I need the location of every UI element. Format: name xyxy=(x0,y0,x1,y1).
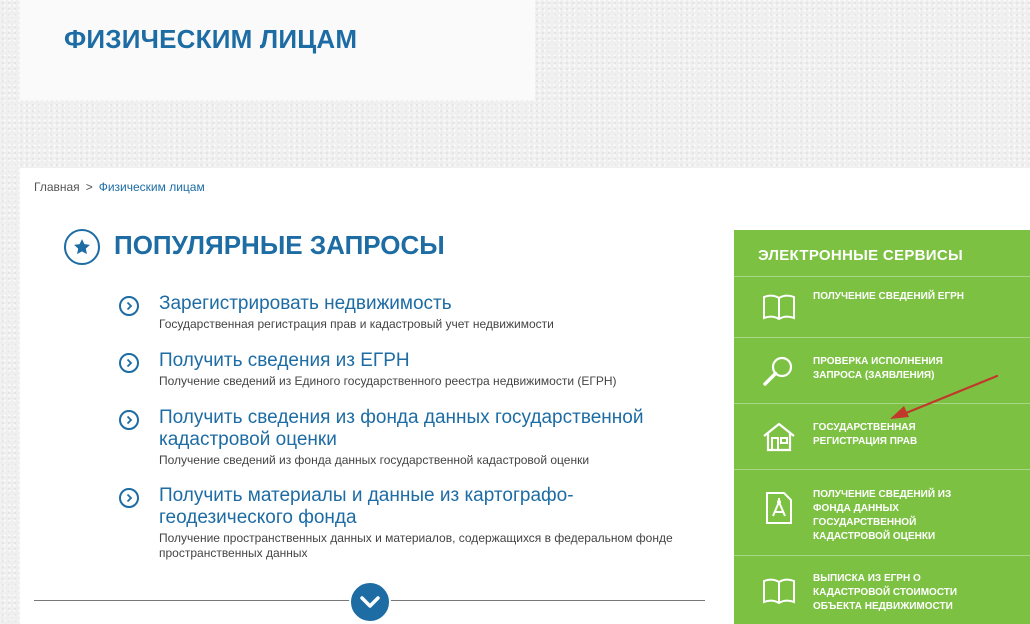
request-link-register[interactable]: Зарегистрировать недвижимость xyxy=(159,293,679,315)
electronic-services-panel: ЭЛЕКТРОННЫЕ СЕРВИСЫ ПОЛУЧЕНИЕ СВЕДЕНИЙ Е… xyxy=(734,230,1030,624)
request-description: Получение пространственных данных и мате… xyxy=(159,531,673,560)
magnifier-icon xyxy=(763,356,793,386)
page-title: ФИЗИЧЕСКИМ ЛИЦАМ xyxy=(64,24,358,54)
request-link-cadastral-valuation[interactable]: Получить сведения из фонда данных госуда… xyxy=(159,407,679,451)
services-title: ЭЛЕКТРОННЫЕ СЕРВИСЫ xyxy=(758,247,963,264)
request-description: Получение сведений из Единого государств… xyxy=(159,374,617,388)
show-more-button[interactable] xyxy=(349,581,391,623)
chevron-down-icon xyxy=(360,596,380,608)
request-item-register: Зарегистрировать недвижимость Государств… xyxy=(119,293,679,332)
section-title: ПОПУЛЯРНЫЕ ЗАПРОСЫ xyxy=(114,230,445,260)
service-egrn-info[interactable]: ПОЛУЧЕНИЕ СВЕДЕНИЙ ЕГРН xyxy=(734,276,1030,337)
request-link-egrn[interactable]: Получить сведения из ЕГРН xyxy=(159,350,679,372)
service-state-registration[interactable]: ГОСУДАРСТВЕННАЯ РЕГИСТРАЦИЯ ПРАВ xyxy=(734,403,1030,469)
chevron-right-icon[interactable] xyxy=(119,296,139,316)
compass-document-icon xyxy=(766,492,792,524)
request-item-cartographic-fund: Получить материалы и данные из картограф… xyxy=(119,485,679,561)
service-cadastral-value-extract[interactable]: ВЫПИСКА ИЗ ЕГРН О КАДАСТРОВОЙ СТОИМОСТИ … xyxy=(734,555,1030,624)
book-icon xyxy=(763,294,795,321)
service-label: ПОЛУЧЕНИЕ СВЕДЕНИЙ ЕГРН xyxy=(813,291,965,302)
service-label: ПОЛУЧЕНИЕ СВЕДЕНИЙ ИЗ ФОНДА ДАННЫХ ГОСУД… xyxy=(813,489,952,542)
breadcrumb-current: Физическим лицам xyxy=(98,180,205,194)
chevron-right-icon[interactable] xyxy=(119,353,139,373)
chevron-right-icon[interactable] xyxy=(119,410,139,430)
request-description: Получение сведений из фонда данных госуд… xyxy=(159,453,590,467)
request-link-cartographic-fund[interactable]: Получить материалы и данные из картограф… xyxy=(159,485,679,529)
service-label: ГОСУДАРСТВЕННАЯ РЕГИСТРАЦИЯ ПРАВ xyxy=(813,422,918,447)
breadcrumb-separator: > xyxy=(85,180,93,194)
breadcrumb-home-link[interactable]: Главная xyxy=(34,180,80,194)
service-label: ПРОВЕРКА ИСПОЛНЕНИЯ ЗАПРОСА (ЗАЯВЛЕНИЯ) xyxy=(813,356,943,381)
request-item-cadastral-valuation: Получить сведения из фонда данных госуда… xyxy=(119,407,679,468)
book-icon xyxy=(763,578,795,605)
service-label: ВЫПИСКА ИЗ ЕГРН О КАДАСТРОВОЙ СТОИМОСТИ … xyxy=(813,573,958,612)
service-cadastral-fund[interactable]: ПОЛУЧЕНИЕ СВЕДЕНИЙ ИЗ ФОНДА ДАННЫХ ГОСУД… xyxy=(734,469,1030,555)
service-check-status[interactable]: ПРОВЕРКА ИСПОЛНЕНИЯ ЗАПРОСА (ЗАЯВЛЕНИЯ) xyxy=(734,337,1030,403)
chevron-right-icon[interactable] xyxy=(119,488,139,508)
request-description: Государственная регистрация прав и кадас… xyxy=(159,317,554,331)
request-item-egrn: Получить сведения из ЕГРН Получение свед… xyxy=(119,350,679,389)
breadcrumb: Главная > Физическим лицам xyxy=(34,180,205,194)
house-icon xyxy=(763,422,795,452)
star-icon xyxy=(64,229,100,265)
